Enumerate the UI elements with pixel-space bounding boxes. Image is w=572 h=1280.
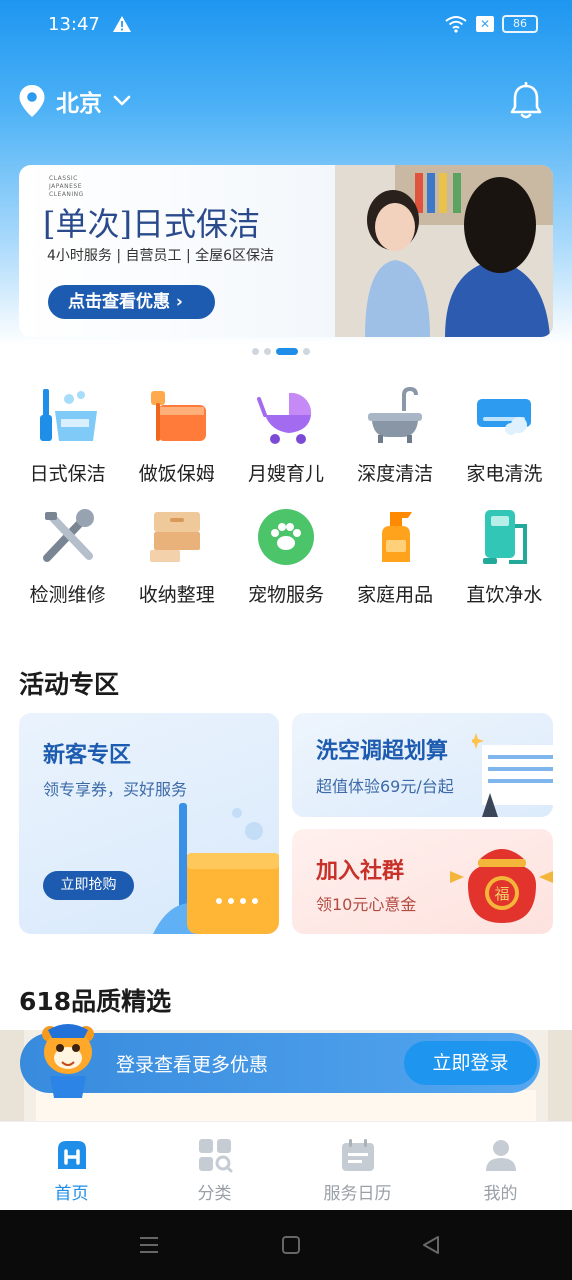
feed-card-edge	[548, 1030, 572, 1121]
service-label: 日式保洁	[29, 463, 106, 485]
service-deep-cleaning[interactable]: 深度清洁	[341, 385, 450, 486]
tab-label: 分类	[197, 1184, 232, 1204]
no-sim-icon: ✕	[476, 16, 494, 32]
service-water-purifier[interactable]: 直饮净水	[450, 506, 559, 607]
city-name: 北京	[56, 91, 102, 117]
system-navigation-bar	[0, 1210, 572, 1280]
bathtub-icon	[368, 386, 423, 443]
grab-now-button[interactable]: 立即抢购	[43, 871, 134, 900]
pager-dot	[252, 348, 259, 355]
service-cooking-nanny[interactable]: 做饭保姆	[122, 385, 231, 486]
service-label: 深度清洁	[357, 463, 434, 485]
service-label: 直饮净水	[466, 584, 543, 606]
service-maternity-care[interactable]: 月嫂育儿	[231, 385, 340, 486]
baby-stroller-icon	[256, 392, 312, 444]
spray-bottle-icon	[382, 512, 413, 562]
location-pin-icon	[19, 85, 45, 117]
location-selector[interactable]: 北京	[18, 84, 132, 118]
feed-card-edge	[0, 1030, 24, 1121]
home-icon	[57, 1141, 86, 1169]
ac-cleaning-card[interactable]: 洗空调超划算 超值体验69元/台起	[292, 713, 553, 817]
profile-icon	[485, 1140, 516, 1171]
warning-icon	[113, 16, 131, 32]
join-community-card[interactable]: 加入社群 领10元心意金 福	[292, 829, 553, 934]
ac-unit-illustration	[472, 733, 553, 817]
activity-section-title: 活动专区	[19, 670, 120, 699]
login-now-button[interactable]: 立即登录	[404, 1041, 537, 1085]
paw-icon	[257, 509, 314, 565]
service-label: 月嫂育儿	[247, 463, 324, 485]
notification-bell-icon[interactable]	[508, 82, 544, 120]
banner-title: [单次]日式保洁	[43, 205, 260, 243]
banner-pager	[252, 348, 310, 355]
back-triangle-icon[interactable]	[420, 1234, 442, 1256]
home-square-icon[interactable]	[280, 1234, 302, 1256]
service-household-goods[interactable]: 家庭用品	[341, 506, 450, 607]
service-label: 检测维修	[29, 584, 106, 606]
service-label: 收纳整理	[138, 584, 215, 606]
banner-photo-image	[335, 165, 553, 337]
pager-dot	[264, 348, 271, 355]
battery-icon: 86	[502, 15, 538, 33]
banner-english-caption: CLASSIC JAPANESE CLEANING	[49, 175, 84, 198]
menu-icon[interactable]	[138, 1234, 160, 1256]
status-time: 13:47	[48, 14, 100, 35]
status-bar: 13:47 ✕ 86	[0, 0, 572, 52]
broom-bucket-illustration	[153, 803, 279, 934]
banner-view-offer-button[interactable]: 点击查看优惠 ›	[48, 285, 215, 319]
mop-bucket-icon	[39, 389, 97, 441]
banner-subtitle: 4小时服务 | 自营员工 | 全屋6区保洁	[47, 248, 275, 264]
ac-cleaning-title: 洗空调超划算	[316, 739, 449, 764]
service-label: 做饭保姆	[138, 463, 215, 485]
tiger-mascot-icon	[42, 1024, 94, 1098]
promo-banner[interactable]: CLASSIC JAPANESE CLEANING [单次]日式保洁 4小时服务 |…	[19, 165, 553, 337]
service-storage[interactable]: 收纳整理	[122, 506, 231, 607]
tab-service-calendar[interactable]: 服务日历	[286, 1122, 429, 1210]
air-conditioner-icon	[477, 399, 532, 435]
svg-text:福: 福	[494, 885, 509, 903]
calendar-icon	[341, 1139, 374, 1171]
pager-dot	[303, 348, 310, 355]
water-purifier-icon	[483, 510, 528, 564]
wifi-icon	[445, 16, 467, 33]
service-appliance-cleaning[interactable]: 家电清洗	[450, 385, 559, 486]
quality-section-title: 618品质精选	[19, 987, 172, 1016]
service-label: 家电清洗	[466, 463, 543, 485]
tab-label: 首页	[54, 1184, 89, 1204]
bottom-tab-bar: 首页 分类 服务日历 我的	[0, 1121, 572, 1210]
login-prompt-text: 登录查看更多优惠	[116, 1054, 269, 1076]
tab-label: 服务日历	[323, 1184, 392, 1204]
service-label: 宠物服务	[247, 584, 324, 606]
service-grid: 日式保洁 做饭保姆 月嫂育儿 深度清洁 家电清洗 检测维修 收纳整理 宠物服务 …	[13, 385, 559, 607]
chevron-down-icon	[113, 95, 131, 106]
join-community-subtitle: 领10元心意金	[316, 895, 417, 914]
lucky-bag-illustration: 福	[450, 849, 553, 923]
ac-cleaning-subtitle: 超值体验69元/台起	[316, 777, 454, 796]
tab-home[interactable]: 首页	[0, 1122, 143, 1210]
new-customer-card[interactable]: 新客专区 领专享券，买好服务 立即抢购	[19, 713, 279, 934]
repair-tools-icon	[42, 509, 94, 562]
tab-profile[interactable]: 我的	[429, 1122, 572, 1210]
category-icon	[198, 1139, 232, 1173]
service-pet[interactable]: 宠物服务	[231, 506, 340, 607]
cooking-pot-icon	[150, 391, 206, 441]
join-community-title: 加入社群	[316, 859, 405, 884]
tab-label: 我的	[483, 1184, 518, 1204]
storage-box-icon	[149, 512, 200, 562]
tab-category[interactable]: 分类	[143, 1122, 286, 1210]
service-label: 家庭用品	[357, 584, 434, 606]
feed-card	[36, 1090, 536, 1121]
service-repair[interactable]: 检测维修	[13, 506, 122, 607]
service-japanese-cleaning[interactable]: 日式保洁	[13, 385, 122, 486]
new-customer-title: 新客专区	[43, 743, 132, 768]
pager-dot-active	[276, 348, 298, 355]
